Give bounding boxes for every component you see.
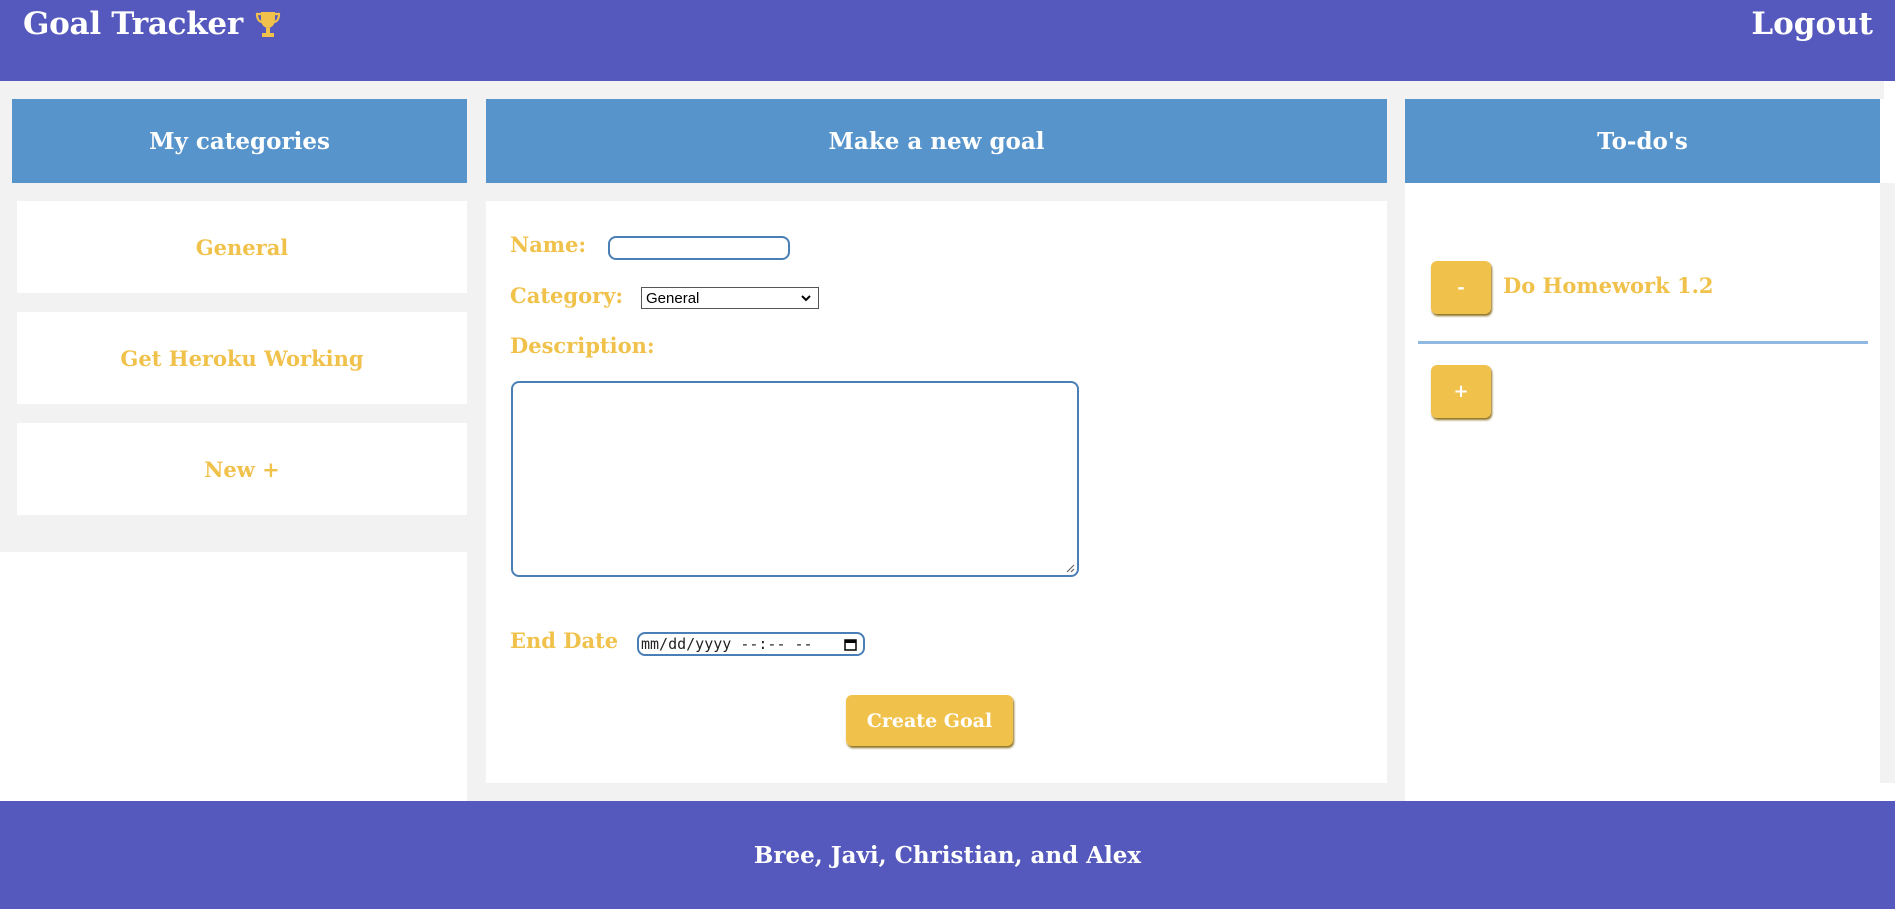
todo-item-text: Do Homework 1.2 xyxy=(1503,273,1714,298)
end-date-input[interactable]: mm/dd/yyyy --:-- -- xyxy=(637,632,865,656)
new-goal-heading-text: Make a new goal xyxy=(828,127,1045,155)
categories-panel-strip xyxy=(467,81,486,801)
category-label: Get Heroku Working xyxy=(120,345,364,371)
name-label: Name: xyxy=(510,232,587,257)
goal-name-input[interactable] xyxy=(608,236,790,260)
todo-divider xyxy=(1418,341,1868,344)
description-label: Description: xyxy=(510,333,655,358)
todos-panel-strip-top xyxy=(1387,81,1405,801)
add-todo-button[interactable]: + xyxy=(1431,365,1491,418)
footer: Bree, Javi, Christian, and Alex xyxy=(0,801,1895,909)
todos-heading: To-do's xyxy=(1405,99,1880,183)
todos-heading-text: To-do's xyxy=(1597,127,1688,155)
top-nav-bar: Goal Tracker Logout xyxy=(0,0,1895,81)
calendar-icon[interactable] xyxy=(844,638,857,651)
chevron-down-icon xyxy=(801,295,811,302)
footer-credits: Bree, Javi, Christian, and Alex xyxy=(753,841,1142,869)
category-label: Category: xyxy=(510,283,624,308)
remove-todo-button[interactable]: - xyxy=(1431,261,1491,314)
trophy-icon xyxy=(255,12,280,37)
category-label: General xyxy=(195,234,289,260)
category-select[interactable]: General xyxy=(641,287,819,309)
end-date-placeholder: mm/dd/yyyy --:-- -- xyxy=(641,635,813,653)
app-brand[interactable]: Goal Tracker xyxy=(23,6,281,42)
description-textarea[interactable] xyxy=(511,381,1079,577)
category-select-value: General xyxy=(646,289,700,307)
app-title: Goal Tracker xyxy=(23,6,243,42)
create-goal-button[interactable]: Create Goal xyxy=(846,695,1013,746)
logout-link[interactable]: Logout xyxy=(1751,6,1873,42)
categories-heading: My categories xyxy=(12,99,467,183)
categories-heading-text: My categories xyxy=(149,127,330,155)
todos-panel-top xyxy=(1405,81,1884,99)
new-category-button[interactable]: New + xyxy=(17,423,467,515)
category-label: New + xyxy=(204,456,280,482)
resize-grip-icon[interactable] xyxy=(1065,563,1075,573)
category-item-get-heroku-working[interactable]: Get Heroku Working xyxy=(17,312,467,404)
category-item-general[interactable]: General xyxy=(17,201,467,293)
todos-right-edge xyxy=(1880,183,1895,783)
end-date-label: End Date xyxy=(510,628,619,653)
new-goal-heading: Make a new goal xyxy=(486,99,1387,183)
